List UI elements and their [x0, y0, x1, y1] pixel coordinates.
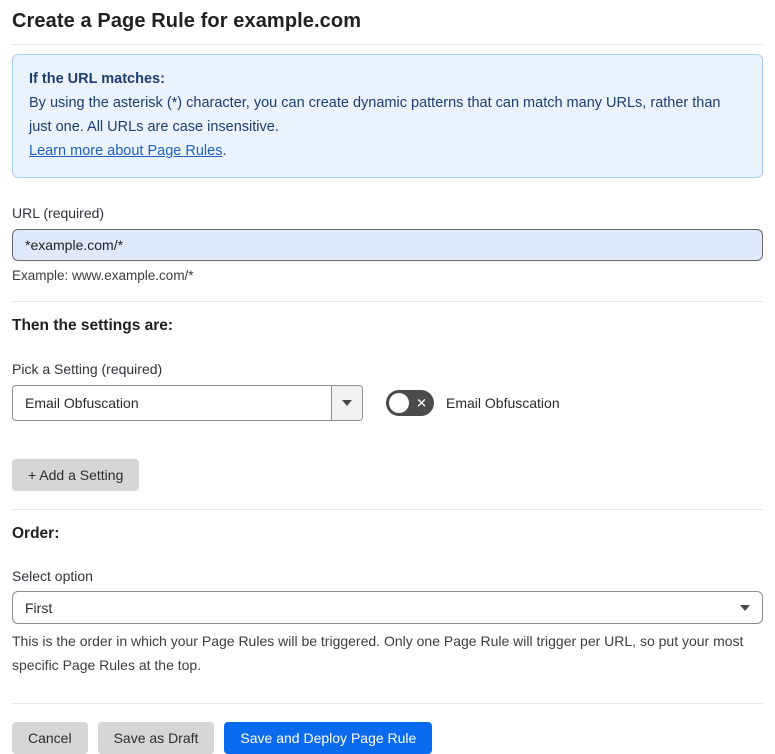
- url-match-info-box: If the URL matches: By using the asteris…: [12, 54, 763, 178]
- url-example-helper: Example: www.example.com/*: [12, 268, 194, 283]
- info-box-heading: If the URL matches:: [29, 71, 165, 87]
- save-as-draft-button[interactable]: Save as Draft: [97, 722, 215, 754]
- page-title: Create a Page Rule for example.com: [12, 10, 362, 32]
- chevron-down-icon: [740, 604, 750, 611]
- settings-section-divider: [12, 301, 763, 302]
- order-select-label: Select option: [12, 568, 93, 584]
- email-obfuscation-toggle[interactable]: ✕: [386, 390, 434, 416]
- order-select[interactable]: First: [12, 591, 763, 624]
- setting-select[interactable]: Email Obfuscation: [12, 385, 363, 421]
- footer-actions: Cancel Save as Draft Save and Deploy Pag…: [12, 722, 763, 754]
- toggle-knob: [389, 393, 409, 413]
- order-helper-text: This is the order in which your Page Rul…: [12, 633, 744, 673]
- url-input[interactable]: [12, 229, 763, 261]
- cancel-button[interactable]: Cancel: [12, 722, 88, 754]
- order-heading: Order:: [12, 525, 60, 542]
- title-divider: [12, 44, 763, 45]
- toggle-off-x-icon: ✕: [416, 395, 427, 411]
- footer-divider: [12, 703, 763, 704]
- learn-more-link[interactable]: Learn more about Page Rules: [29, 143, 222, 159]
- add-setting-button[interactable]: + Add a Setting: [12, 459, 140, 491]
- order-select-value: First: [25, 599, 53, 616]
- pick-setting-label: Pick a Setting (required): [12, 361, 163, 377]
- info-box-link-line: Learn more about Page Rules.: [29, 139, 746, 163]
- info-box-body: By using the asterisk (*) character, you…: [29, 95, 721, 135]
- settings-heading: Then the settings are:: [12, 317, 174, 334]
- order-section-divider: [12, 509, 763, 510]
- link-period: .: [222, 143, 227, 159]
- create-page-rule-form: Create a Page Rule for example.com If th…: [0, 0, 775, 754]
- toggle-label: Email Obfuscation: [446, 395, 560, 411]
- chevron-down-icon: [342, 400, 352, 406]
- setting-select-arrow-button[interactable]: [331, 386, 362, 420]
- save-and-deploy-button[interactable]: Save and Deploy Page Rule: [224, 722, 433, 754]
- url-field-label: URL (required): [12, 205, 105, 221]
- setting-select-value: Email Obfuscation: [25, 395, 139, 411]
- setting-row: Email Obfuscation ✕ Email Obfuscation: [12, 385, 763, 421]
